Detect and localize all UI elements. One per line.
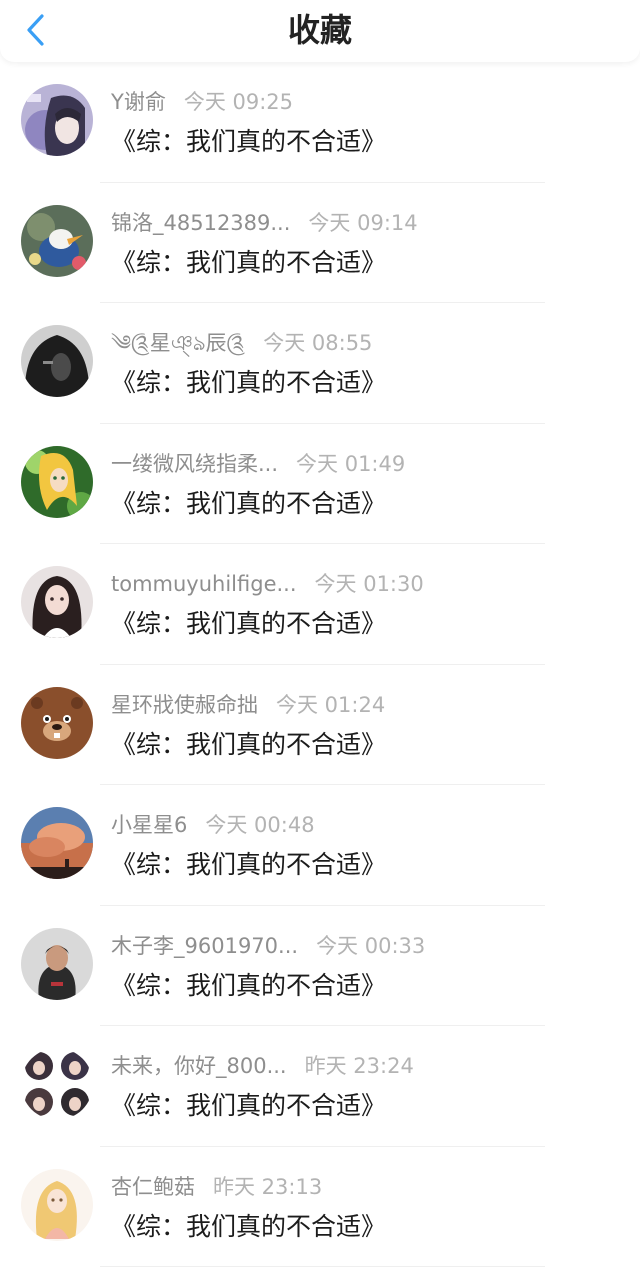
- book-title[interactable]: 《综：我们真的不合适》: [111, 363, 386, 403]
- user-name[interactable]: 小星星6: [111, 809, 187, 841]
- list-item[interactable]: 星环戕使赧命拙 今天 01:24 《综：我们真的不合适》: [0, 665, 640, 785]
- user-avatar[interactable]: [21, 927, 93, 1000]
- user-name[interactable]: 木子李_9601970...: [111, 930, 298, 962]
- list-item[interactable]: 杏仁鲍菇 昨天 23:13 《综：我们真的不合适》: [0, 1147, 640, 1267]
- item-meta: 一缕微风绕指柔... 今天 01:49: [111, 448, 610, 480]
- list-item[interactable]: 未来，你好_800... 昨天 23:24 《综：我们真的不合适》: [0, 1026, 640, 1147]
- timestamp: 今天 00:33: [316, 933, 426, 958]
- item-meta: 星环戕使赧命拙 今天 01:24: [111, 689, 610, 721]
- list-item[interactable]: 一缕微风绕指柔... 今天 01:49 《综：我们真的不合适》: [0, 424, 640, 544]
- timestamp: 今天 08:55: [263, 331, 373, 355]
- timestamp: 昨天 23:13: [213, 1174, 323, 1199]
- favorites-list: Y谢俞 今天 09:25 《综：我们真的不合适》 锦洛_48512389... 今天…: [0, 62, 640, 1267]
- book-title[interactable]: 《综：我们真的不合适》: [111, 1086, 386, 1126]
- item-meta: Y谢俞 今天 09:25: [111, 86, 610, 118]
- book-title[interactable]: 《综：我们真的不合适》: [111, 725, 386, 765]
- user-name[interactable]: Y谢俞: [111, 86, 166, 118]
- user-name[interactable]: 杏仁鲍菇: [111, 1171, 195, 1203]
- list-item[interactable]: 小星星6 今天 00:48 《综：我们真的不合适》: [0, 785, 640, 906]
- timestamp: 昨天 23:24: [304, 1054, 414, 1078]
- timestamp: 今天 09:25: [183, 90, 294, 114]
- book-title[interactable]: 《综：我们真的不合适》: [111, 966, 386, 1006]
- user-avatar[interactable]: [21, 325, 93, 397]
- user-avatar[interactable]: [21, 807, 93, 879]
- user-name[interactable]: 未来，你好_800...: [111, 1050, 287, 1082]
- book-title[interactable]: 《综：我们真的不合适》: [111, 243, 386, 283]
- user-avatar[interactable]: [21, 566, 93, 638]
- item-meta: 小星星6 今天 00:48: [111, 809, 610, 841]
- user-avatar[interactable]: [21, 445, 93, 518]
- list-item[interactable]: 木子李_9601970... 今天 00:33 《综：我们真的不合适》: [0, 906, 640, 1026]
- top-bar: 收藏: [0, 0, 640, 62]
- user-name[interactable]: 一缕微风绕指柔...: [111, 448, 278, 480]
- book-title[interactable]: 《综：我们真的不合适》: [111, 484, 386, 524]
- list-item[interactable]: ༄༊星ঞ্ঌ辰༊ 今天 08:55 《综：我们真的不合适》: [0, 303, 640, 424]
- item-meta: 杏仁鲍菇 昨天 23:13: [111, 1171, 610, 1203]
- list-item[interactable]: Y谢俞 今天 09:25 《综：我们真的不合适》: [0, 62, 640, 183]
- book-title[interactable]: 《综：我们真的不合适》: [111, 1207, 386, 1247]
- item-meta: tommuyuhilfige... 今天 01:30: [111, 568, 610, 600]
- timestamp: 今天 00:48: [205, 813, 315, 837]
- list-item[interactable]: 锦洛_48512389... 今天 09:14 《综：我们真的不合适》: [0, 183, 640, 303]
- timestamp: 今天 01:24: [276, 692, 386, 717]
- list-item[interactable]: tommuyuhilfige... 今天 01:30 《综：我们真的不合适》: [0, 544, 640, 665]
- timestamp: 今天 01:49: [296, 451, 406, 476]
- book-title[interactable]: 《综：我们真的不合适》: [111, 122, 386, 162]
- divider: [100, 1266, 545, 1267]
- user-avatar[interactable]: [21, 1168, 93, 1241]
- item-meta: 锦洛_48512389... 今天 09:14: [111, 207, 610, 239]
- user-name[interactable]: 锦洛_48512389...: [111, 207, 290, 239]
- book-title[interactable]: 《综：我们真的不合适》: [111, 604, 386, 644]
- user-name[interactable]: tommuyuhilfige...: [111, 568, 297, 600]
- item-meta: 木子李_9601970... 今天 00:33: [111, 930, 610, 962]
- item-meta: 未来，你好_800... 昨天 23:24: [111, 1050, 610, 1082]
- page-title: 收藏: [287, 11, 352, 49]
- timestamp: 今天 09:14: [308, 210, 418, 235]
- user-avatar[interactable]: [21, 686, 93, 759]
- user-name[interactable]: 星环戕使赧命拙: [111, 689, 258, 721]
- item-meta: ༄༊星ঞ্ঌ辰༊ 今天 08:55: [111, 327, 610, 359]
- user-avatar[interactable]: [21, 204, 93, 277]
- timestamp: 今天 01:30: [314, 572, 424, 596]
- book-title[interactable]: 《综：我们真的不合适》: [111, 845, 386, 885]
- user-avatar[interactable]: [21, 84, 93, 156]
- user-name[interactable]: ༄༊星ঞ্ঌ辰༊: [111, 327, 245, 359]
- user-avatar[interactable]: [21, 1048, 93, 1120]
